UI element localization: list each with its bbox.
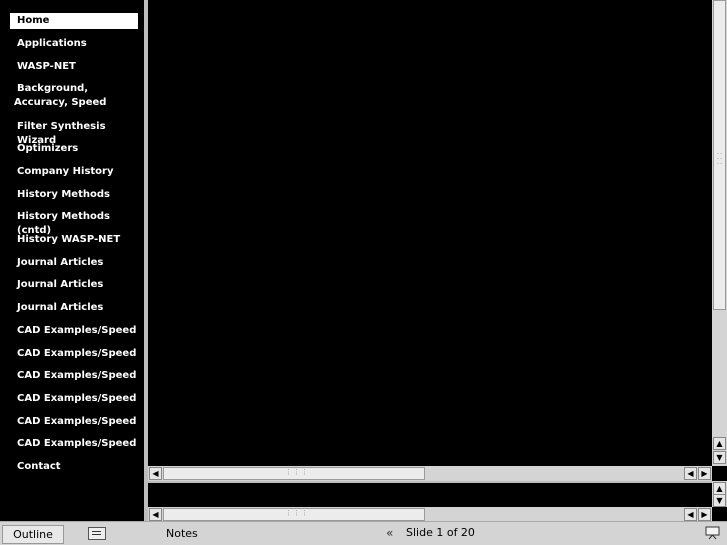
outline-view-icon[interactable] — [88, 527, 106, 540]
sidebar-item-cad-examples-4[interactable]: CAD Examples/Speed — [10, 392, 138, 406]
scroll-left-icon[interactable]: ◀ — [149, 467, 162, 480]
scroll-up-icon[interactable]: ▲ — [713, 437, 726, 450]
scroll-left-icon[interactable]: ◀ — [684, 467, 697, 480]
scroll-grip-icon: ·· ·· ·· — [716, 150, 724, 168]
notes-pane[interactable] — [148, 481, 712, 507]
sidebar-item-background[interactable]: Background, Accuracy, Speed — [10, 82, 138, 110]
sidebar-item-wasp-net[interactable]: WASP-NET — [10, 60, 138, 74]
scroll-left-icon[interactable]: ◀ — [684, 508, 697, 521]
sidebar-item-applications[interactable]: Applications — [10, 37, 138, 51]
double-chevron-left-icon[interactable]: « — [386, 526, 393, 540]
sidebar-item-journal-articles-2[interactable]: Journal Articles — [10, 278, 138, 292]
status-bar: Outline Notes « Slide 1 of 20 — [0, 521, 727, 545]
scroll-left-icon[interactable]: ◀ — [149, 508, 162, 521]
notes-toggle[interactable]: Notes — [166, 527, 198, 540]
sidebar-item-cad-examples-5[interactable]: CAD Examples/Speed — [10, 415, 138, 429]
sidebar-item-home[interactable]: Home — [10, 13, 138, 29]
presentation-icon[interactable] — [705, 526, 720, 540]
outline-tab[interactable]: Outline — [2, 525, 64, 544]
scroll-right-icon[interactable]: ▶ — [698, 508, 711, 521]
sidebar-item-cad-examples-3[interactable]: CAD Examples/Speed — [10, 369, 138, 383]
scroll-grip-icon: ⋮⋮⋮ — [285, 468, 309, 476]
slide-counter: Slide 1 of 20 — [406, 526, 475, 539]
slide-view — [148, 0, 712, 466]
sidebar-item-journal-articles-3[interactable]: Journal Articles — [10, 301, 138, 315]
sidebar-item-journal-articles-1[interactable]: Journal Articles — [10, 256, 138, 270]
scroll-down-icon[interactable]: ▼ — [713, 451, 726, 464]
sidebar-item-contact[interactable]: Contact — [10, 460, 138, 474]
sidebar-item-cad-examples-6[interactable]: CAD Examples/Speed — [10, 437, 138, 451]
scroll-grip-icon: ⋮⋮⋮ — [285, 509, 309, 517]
sidebar-item-company-history[interactable]: Company History — [10, 165, 138, 179]
scroll-right-icon[interactable]: ▶ — [698, 467, 711, 480]
sidebar-item-cad-examples-2[interactable]: CAD Examples/Speed — [10, 347, 138, 361]
sidebar-item-optimizers[interactable]: Optimizers — [10, 142, 138, 156]
slide-outline-sidebar: Home Applications WASP-NET Background, A… — [0, 0, 144, 521]
sidebar-item-history-methods[interactable]: History Methods — [10, 188, 138, 202]
scroll-down-icon[interactable]: ▼ — [713, 494, 726, 507]
sidebar-item-history-wasp-net[interactable]: History WASP-NET — [10, 233, 138, 247]
sidebar-item-cad-examples-1[interactable]: CAD Examples/Speed — [10, 324, 138, 338]
